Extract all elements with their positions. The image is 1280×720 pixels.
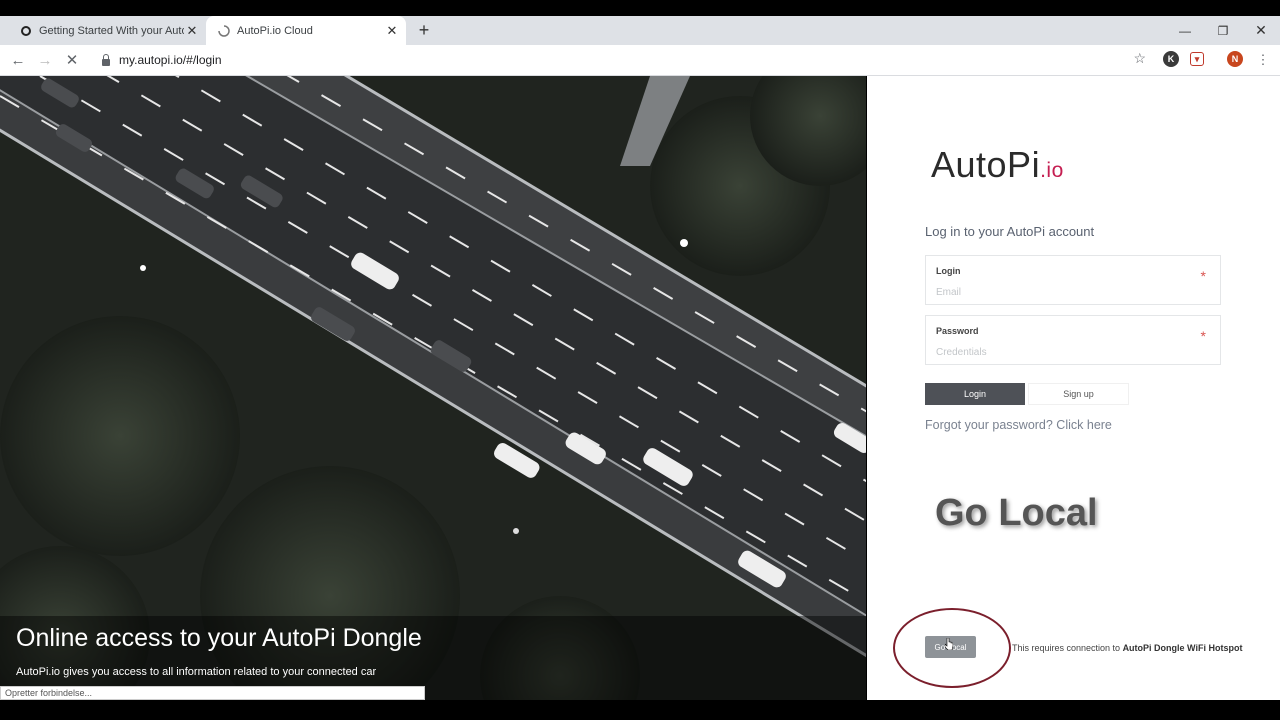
minimize-icon[interactable]: — bbox=[1166, 16, 1204, 45]
hero-highway-image bbox=[0, 76, 866, 700]
browser-tab-strip: Getting Started With your AutoPi ✕ AutoP… bbox=[0, 16, 1280, 45]
pocket-icon[interactable]: ▾ bbox=[1190, 52, 1204, 66]
login-button[interactable]: Login bbox=[925, 383, 1025, 405]
back-icon[interactable]: ← bbox=[5, 45, 31, 75]
login-headline: Log in to your AutoPi account bbox=[925, 224, 1095, 239]
extension-k-icon[interactable]: K bbox=[1163, 51, 1179, 67]
go-local-note: This requires connection to AutoPi Dongl… bbox=[1012, 639, 1252, 657]
screen-top-border bbox=[0, 0, 1280, 16]
password-field: Password * bbox=[925, 315, 1221, 365]
restore-icon[interactable]: ❐ bbox=[1204, 16, 1242, 45]
email-input[interactable] bbox=[936, 284, 1176, 300]
tab-label: Getting Started With your AutoPi bbox=[39, 24, 184, 37]
stop-loading-icon[interactable]: ✕ bbox=[59, 45, 85, 75]
note-bold-text: AutoPi Dongle WiFi Hotspot bbox=[1122, 643, 1243, 653]
address-bar[interactable]: my.autopi.io/#/login ☆ bbox=[92, 48, 1154, 72]
password-field-label: Password bbox=[936, 326, 979, 336]
highway-illustration bbox=[0, 76, 866, 700]
loading-spinner-icon bbox=[218, 24, 230, 37]
extension-initial: K bbox=[1167, 54, 1175, 64]
forgot-password-link[interactable]: Forgot your password? Click here bbox=[925, 418, 1112, 432]
password-input[interactable] bbox=[936, 344, 1176, 360]
profile-initial: N bbox=[1231, 54, 1239, 64]
profile-avatar[interactable]: N bbox=[1227, 51, 1243, 67]
required-mark: * bbox=[1200, 328, 1206, 344]
logo-main-text: AutoPi bbox=[931, 144, 1041, 185]
autopi-logo: AutoPi.io bbox=[931, 144, 1064, 186]
tab-label: AutoPi.io Cloud bbox=[237, 24, 313, 37]
mouse-cursor-icon bbox=[945, 638, 953, 650]
hero-title: Online access to your AutoPi Dongle bbox=[16, 624, 422, 652]
login-panel: AutoPi.io Log in to your AutoPi account … bbox=[867, 76, 1280, 700]
tab-autopi-cloud[interactable]: AutoPi.io Cloud ✕ bbox=[206, 16, 406, 45]
email-field-label: Login bbox=[936, 266, 961, 276]
browser-toolbar: ← → ✕ my.autopi.io/#/login ☆ K ▾ N ⋮ bbox=[0, 45, 1280, 76]
logo-suffix-text: .io bbox=[1040, 159, 1064, 182]
forward-icon[interactable]: → bbox=[32, 45, 58, 75]
signup-button[interactable]: Sign up bbox=[1028, 383, 1129, 405]
browser-status-bar: Opretter forbindelse... bbox=[0, 686, 425, 700]
bookmark-star-icon[interactable]: ☆ bbox=[1133, 50, 1146, 67]
email-field: Login * bbox=[925, 255, 1221, 305]
url-text: my.autopi.io/#/login bbox=[119, 53, 222, 67]
go-local-overlay-title: Go Local bbox=[935, 492, 1098, 534]
tab-close-icon[interactable]: ✕ bbox=[384, 23, 400, 39]
lock-icon bbox=[102, 53, 110, 66]
new-tab-button[interactable]: + bbox=[414, 16, 434, 45]
menu-dots-icon[interactable]: ⋮ bbox=[1250, 45, 1276, 75]
required-mark: * bbox=[1200, 268, 1206, 284]
window-close-icon[interactable]: ✕ bbox=[1242, 16, 1280, 45]
hero-subtitle: AutoPi.io gives you access to all inform… bbox=[16, 666, 377, 678]
tab-getting-started[interactable]: Getting Started With your AutoPi ✕ bbox=[8, 16, 206, 45]
tab-close-icon[interactable]: ✕ bbox=[184, 23, 200, 39]
note-text: This requires connection to bbox=[1012, 643, 1123, 653]
tab-favicon-icon bbox=[21, 25, 31, 36]
